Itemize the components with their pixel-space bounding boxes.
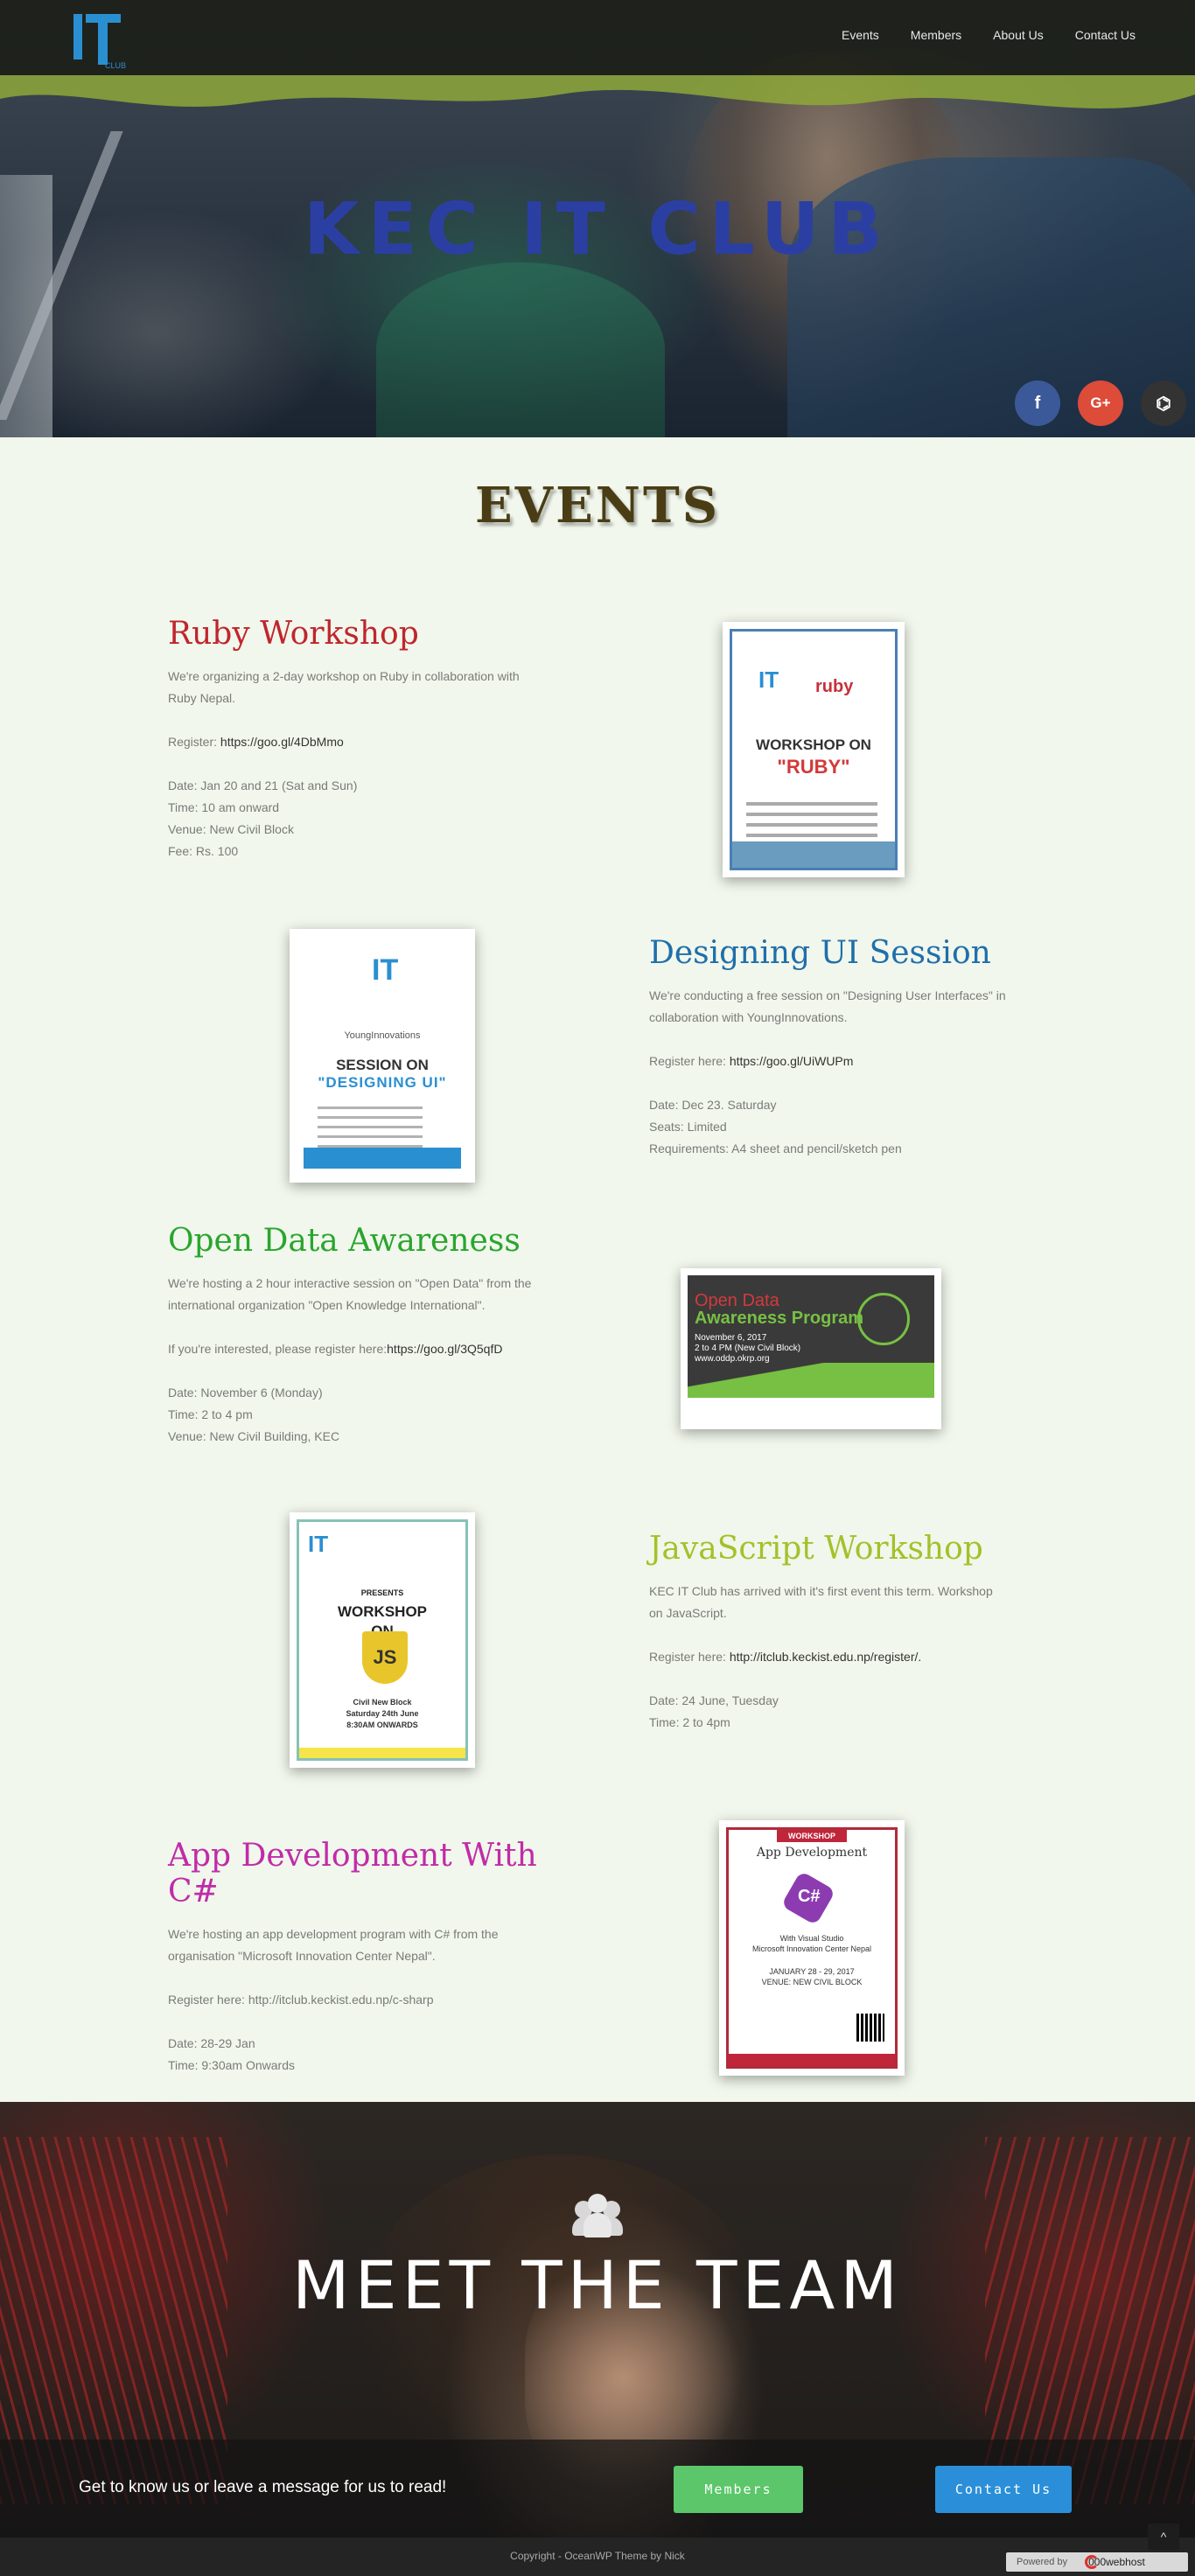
register-link[interactable]: https://goo.gl/3Q5qfD	[387, 1342, 502, 1356]
poster-it-logo: IT	[308, 1531, 329, 1557]
event-designing-ui: Designing UI Session We're conducting a …	[649, 935, 1034, 1160]
event-title: Ruby Workshop	[168, 616, 419, 652]
nav-members[interactable]: Members	[895, 28, 977, 42]
header-wave	[0, 75, 1195, 108]
event-description: We're organizing a 2-day workshop on Rub…	[168, 669, 520, 705]
event-description: We're hosting an app development program…	[168, 1927, 499, 1963]
event-detail: Time: 2 to 4pm	[649, 1715, 730, 1729]
poster-subtitle: "DESIGNING UI"	[318, 1074, 447, 1091]
event-detail: Seats: Limited	[649, 1120, 727, 1134]
events-heading: EVENTS	[474, 477, 721, 534]
register-link[interactable]: http://itclub.keckist.edu.np/c-sharp	[248, 1993, 434, 2007]
nav-contact-us[interactable]: Contact Us	[1059, 28, 1151, 42]
github-icon[interactable]: ⌬	[1141, 380, 1186, 426]
register-link[interactable]: https://goo.gl/4DbMmo	[220, 735, 344, 749]
site-logo[interactable]: CLUB	[70, 3, 127, 73]
poster-details: With Visual Studio Microsoft Innovation …	[751, 1934, 872, 1986]
event-detail: Date: Dec 23. Saturday	[649, 1098, 777, 1112]
powered-by-badge[interactable]: Powered by 000webhost	[1006, 2552, 1188, 2572]
poster-details: Civil New Block Saturday 24th June 8:30A…	[346, 1698, 419, 1729]
group-users-icon	[572, 2194, 623, 2237]
event-detail: Time: 9:30am Onwards	[168, 2058, 295, 2072]
poster-details: November 6, 2017 2 to 4 PM (New Civil Bl…	[695, 1333, 801, 1364]
hero-banner: CLUB Events Members About Us Contact Us …	[0, 0, 1195, 437]
event-detail: Date: November 6 (Monday)	[168, 1386, 323, 1400]
event-detail: Date: 24 June, Tuesday	[649, 1693, 779, 1707]
main-nav: Events Members About Us Contact Us	[826, 28, 1151, 42]
event-title: App Development With C#	[168, 1838, 537, 1909]
call-to-action-bar: Get to know us or leave a message for us…	[0, 2440, 1195, 2538]
rocket-icon	[857, 1293, 910, 1345]
poster-it-logo: IT	[372, 953, 399, 987]
event-register: Register here: http://itclub.keckist.edu…	[168, 1993, 434, 2007]
event-app-development-csharp: App Development With C# We're hosting an…	[168, 1838, 544, 2077]
facebook-icon[interactable]: f	[1015, 380, 1060, 426]
event-register: Register here: https://goo.gl/UiWUPm	[649, 1054, 854, 1068]
poster-subtitle: "RUBY"	[777, 756, 850, 778]
js-badge-icon: JS	[362, 1631, 408, 1684]
nav-events[interactable]: Events	[826, 28, 895, 42]
logo-text: CLUB	[105, 61, 127, 70]
event-detail: Fee: Rs. 100	[168, 844, 239, 858]
poster-label: WORKSHOP	[777, 1830, 847, 1842]
event-title: JavaScript Workshop	[649, 1531, 983, 1567]
event-detail: Time: 2 to 4 pm	[168, 1407, 253, 1421]
event-detail: Venue: New Civil Block	[168, 822, 294, 836]
event-description: We're hosting a 2 hour interactive sessi…	[168, 1276, 532, 1312]
members-button[interactable]: Members	[674, 2466, 803, 2513]
qr-code-icon	[856, 2014, 884, 2042]
poster-title: WORKSHOP ON	[756, 736, 871, 753]
event-ruby-workshop: Ruby Workshop We're organizing a 2-day w…	[168, 616, 544, 862]
team-title: MEET THE TEAM	[292, 2246, 903, 2324]
poster-title: App Development	[756, 1846, 868, 1860]
poster-subtitle: Awareness Program	[695, 1309, 864, 1328]
event-register: Register here: http://itclub.keckist.edu…	[649, 1650, 922, 1664]
event-poster-open-data[interactable]: Open Data Awareness Program November 6, …	[681, 1268, 941, 1429]
event-detail: Requirements: A4 sheet and pencil/sketch…	[649, 1141, 902, 1155]
register-link[interactable]: http://itclub.keckist.edu.np/register/.	[730, 1650, 921, 1664]
scroll-to-top-button[interactable]: ^	[1148, 2524, 1179, 2550]
host-logo-icon	[1085, 2555, 1099, 2569]
poster-partner-logo: YoungInnovations	[344, 1030, 421, 1041]
poster-partner-logo: ruby	[815, 677, 854, 696]
event-poster-javascript[interactable]: IT PRESENTS WORKSHOP ON JS Civil New Blo…	[290, 1512, 475, 1768]
register-link[interactable]: https://goo.gl/UiWUPm	[730, 1054, 854, 1068]
event-poster-designing-ui[interactable]: IT YoungInnovations SESSION ON "DESIGNIN…	[290, 929, 475, 1183]
event-title: Open Data Awareness	[168, 1223, 521, 1259]
poster-it-logo: IT	[758, 667, 779, 693]
csharp-logo-icon: C#	[780, 1870, 836, 1926]
event-javascript-workshop: JavaScript Workshop KEC IT Club has arri…	[649, 1531, 999, 1734]
event-register: If you're interested, please register he…	[168, 1342, 503, 1356]
hero-title: KEC IT CLUB	[304, 188, 891, 271]
event-open-data-awareness: Open Data Awareness We're hosting a 2 ho…	[168, 1223, 544, 1448]
event-detail: Date: 28-29 Jan	[168, 2036, 255, 2050]
event-detail: Venue: New Civil Building, KEC	[168, 1429, 340, 1443]
nav-about-us[interactable]: About Us	[977, 28, 1059, 42]
cta-message: Get to know us or leave a message for us…	[79, 2478, 447, 2496]
google-plus-icon[interactable]: G+	[1078, 380, 1123, 426]
event-description: We're conducting a free session on "Desi…	[649, 988, 1006, 1024]
event-description: KEC IT Club has arrived with it's first …	[649, 1584, 993, 1620]
poster-title: SESSION ON	[336, 1057, 429, 1073]
event-title: Designing UI Session	[649, 935, 991, 971]
event-detail: Time: 10 am onward	[168, 800, 280, 814]
contact-us-button[interactable]: Contact Us	[935, 2466, 1072, 2513]
event-register: Register: https://goo.gl/4DbMmo	[168, 735, 344, 749]
event-poster-app-development[interactable]: WORKSHOP App Development C# With Visual …	[719, 1820, 905, 2076]
event-detail: Date: Jan 20 and 21 (Sat and Sun)	[168, 778, 358, 792]
event-poster-ruby[interactable]: IT ruby WORKSHOP ON "RUBY"	[723, 622, 905, 877]
